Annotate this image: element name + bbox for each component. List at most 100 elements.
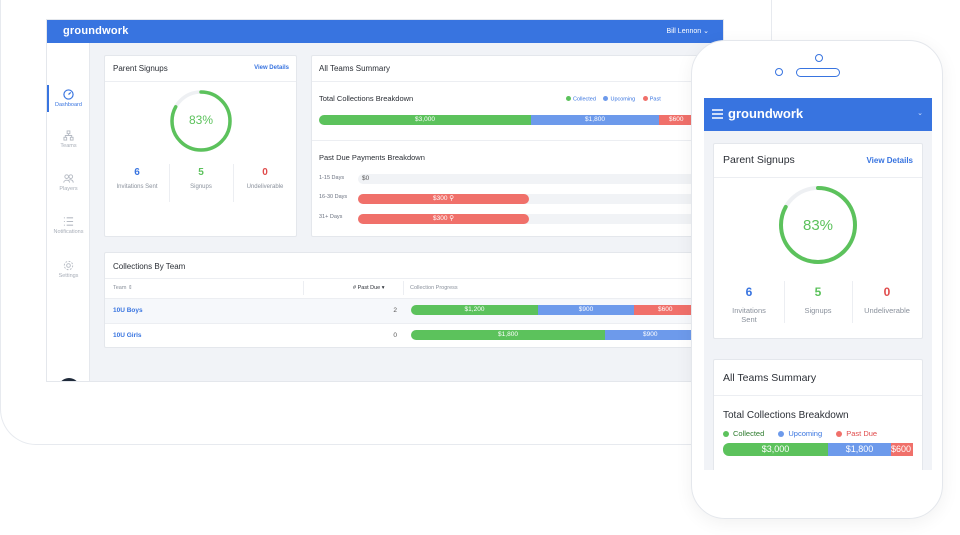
chat-icon [58,378,80,381]
magnifier-icon[interactable]: ⚲ [449,215,454,222]
collected-segment[interactable]: $3,000 [723,443,828,456]
chevron-down-icon[interactable]: ⌄ [917,109,923,117]
collected-dot-icon [566,96,571,101]
sidebar-item-label: Dashboard [55,102,82,108]
screenshot-stage: groundwork Bill Lennon ⌄ Dashboard Teams… [0,0,960,535]
collected-segment[interactable]: $3,000 [319,115,531,125]
mobile-top-bar: groundwork ⌄ [704,98,932,131]
column-header-past-due[interactable]: # Past Due ▾ [353,285,385,291]
brand-logo[interactable]: groundwork [63,25,129,37]
collections-by-team-card: Collections By Team Team ⇕ # Past Due ▾ … [104,252,723,348]
total-collections-heading: Total Collections Breakdown [319,94,414,103]
label-line: Sent [741,315,757,324]
upcoming-segment[interactable]: $1,800 [531,115,659,125]
past-due-segment[interactable]: $600 [891,443,913,456]
past-due-bar-31-plus[interactable]: $300 ⚲ [358,214,529,224]
divider [714,395,922,396]
divider [105,323,723,324]
sort-desc-icon: ▾ [381,285,385,291]
mobile-screen: groundwork ⌄ Parent Signups View Details… [704,98,932,470]
divider [403,281,404,295]
upcoming-segment[interactable]: $1,800 [828,443,891,456]
signups-count: 5 [814,285,822,299]
sidebar-item-players[interactable]: Players [47,173,90,192]
invitations-sent-count: 6 [134,167,140,178]
user-menu[interactable]: Bill Lennon ⌄ [667,27,709,35]
label-line: Invitations [732,306,766,315]
sidebar-item-dashboard[interactable]: Dashboard [47,85,90,112]
divider [714,177,922,178]
collections-legend: Collected Upcoming Past [560,96,661,102]
team-progress-bar: $1,200 $900 $600 [411,305,723,315]
invitations-sent-count: 6 [745,285,753,299]
notifications-icon [63,217,74,226]
signups-count: 5 [198,167,204,178]
upcoming-segment[interactable]: $900 [538,305,634,315]
signups-label: Signups [190,184,212,190]
mobile-brand-logo[interactable]: groundwork [728,106,803,121]
sidebar: Dashboard Teams Players Notifications Se… [47,43,90,381]
sidebar-item-label: Settings [58,273,79,279]
mobile-total-collections-bar: $3,000 $1,800 $600 [723,443,913,456]
legend-collected: Collected [573,96,596,103]
dashboard-icon [63,89,74,100]
undeliverable-label: Undeliverable [246,184,284,190]
sort-icon: ⇕ [127,285,133,291]
collected-segment[interactable]: $1,200 [411,305,538,315]
legend-past-due: Past [649,96,661,103]
invitations-sent-label: Invitations Sent [116,184,158,190]
sidebar-item-label: Notifications [53,229,84,235]
hamburger-menu-icon[interactable] [712,109,723,119]
collected-dot-icon [723,430,729,437]
past-due-bar-16-30[interactable]: $300 ⚲ [358,194,529,204]
view-details-link[interactable]: View Details [866,156,913,165]
past-due-dot-icon [642,96,648,101]
camera-icon [815,54,823,62]
upcoming-dot-icon [603,96,609,101]
collected-segment[interactable]: $1,800 [411,330,605,340]
divider [105,278,723,279]
column-header-team[interactable]: Team ⇕ [113,285,133,291]
divider [303,281,304,295]
column-header-label: Team [113,285,127,291]
card-title: All Teams Summary [723,372,817,384]
parent-signups-card: Parent Signups View Details 83% 6 Invita… [104,55,297,237]
past-due-row-value: $300 [432,195,448,202]
players-icon [63,174,74,183]
team-past-due-count: 0 [393,332,397,339]
legend-upcoming: Upcoming [788,429,823,438]
past-due-dot-icon [836,430,843,437]
mobile-collections-legend: Collected Upcoming Past Due [723,429,889,438]
past-due-track [358,174,723,184]
divider [312,140,723,141]
card-title: Collections By Team [113,262,186,271]
legend-past-due: Past Due [846,429,878,438]
divider [105,81,296,82]
view-details-link[interactable]: View Details [254,65,289,71]
sidebar-item-notifications[interactable]: Notifications [47,216,90,235]
gear-icon [63,260,74,271]
column-header-progress: Collection Progress [410,285,458,291]
all-teams-summary-card: All Teams Summary Total Collections Brea… [311,55,723,237]
legend-collected: Collected [733,429,765,438]
chevron-down-icon: ⌄ [703,28,709,35]
speaker-icon [796,68,840,77]
chat-button[interactable] [58,378,80,381]
column-header-label: # Past Due [353,285,381,291]
card-title: All Teams Summary [319,64,390,73]
sidebar-item-settings[interactable]: Settings [47,260,90,279]
mobile-device-frame: groundwork ⌄ Parent Signups View Details… [691,40,943,519]
desktop-app: groundwork Bill Lennon ⌄ Dashboard Teams… [47,20,723,381]
mobile-all-teams-summary-card: All Teams Summary Total Collections Brea… [713,359,923,470]
undeliverable-count: 0 [883,285,891,299]
magnifier-icon[interactable]: ⚲ [449,195,454,202]
team-name-link[interactable]: 10U Girls [113,332,142,339]
total-collections-heading: Total Collections Breakdown [723,410,849,421]
signup-percent: 83% [802,217,834,234]
sidebar-item-teams[interactable]: Teams [47,130,90,149]
invitations-sent-label: Invitations Sent [714,306,784,324]
team-name-link[interactable]: 10U Boys [113,307,143,314]
past-due-row-label: 31+ Days [319,214,343,220]
mobile-parent-signups-card: Parent Signups View Details 83% 6 Invita… [713,143,923,339]
signup-percent: 83% [188,113,214,127]
